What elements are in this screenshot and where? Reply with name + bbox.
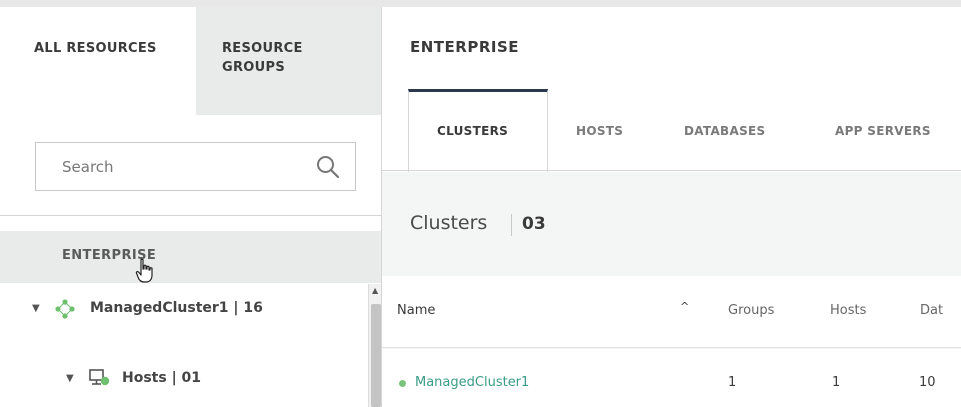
top-border bbox=[0, 0, 961, 7]
tree-item-managedcluster1-label: ManagedCluster1 | 16 bbox=[90, 300, 263, 316]
tree-item-hosts[interactable]: ▼ Hosts | 01 bbox=[0, 355, 368, 405]
tree-item-managedcluster1[interactable]: ▼ ManagedCluster1 | 16 bbox=[0, 285, 368, 335]
tab-all-resources[interactable]: ALL RESOURCES bbox=[0, 7, 196, 115]
tree-item-enterprise[interactable]: ENTERPRISE bbox=[0, 231, 382, 283]
page-title: ENTERPRISE bbox=[410, 38, 520, 56]
search-input[interactable] bbox=[36, 143, 306, 190]
section-separator bbox=[511, 214, 512, 236]
tab-resource-groups[interactable]: RESOURCE GROUPS bbox=[196, 7, 382, 115]
section-title: Clusters bbox=[410, 212, 488, 234]
tab-app-servers[interactable]: APP SERVERS bbox=[835, 124, 931, 138]
cell-databases: 10 bbox=[919, 375, 936, 390]
tab-resource-groups-label: RESOURCE GROUPS bbox=[222, 41, 303, 75]
divider bbox=[0, 215, 382, 216]
column-header-hosts[interactable]: Hosts bbox=[830, 303, 866, 318]
tab-clusters-label[interactable]: CLUSTERS bbox=[437, 124, 508, 138]
status-dot bbox=[399, 380, 406, 387]
scroll-thumb[interactable] bbox=[371, 304, 381, 407]
scroll-up-arrow-icon[interactable]: ▲ bbox=[372, 286, 378, 295]
tree-item-hosts-label: Hosts | 01 bbox=[122, 370, 202, 386]
collapse-arrow-icon[interactable]: ▼ bbox=[66, 373, 74, 384]
hand-cursor-icon bbox=[135, 258, 153, 283]
cell-groups: 1 bbox=[728, 375, 737, 390]
tree-scrollbar[interactable]: ▲ bbox=[368, 284, 382, 407]
host-icon bbox=[89, 369, 110, 386]
table-header: Name ^ Groups Hosts Dat bbox=[382, 276, 961, 348]
collapse-arrow-icon[interactable]: ▼ bbox=[32, 303, 40, 314]
tabs-divider bbox=[382, 170, 961, 171]
tab-hosts[interactable]: HOSTS bbox=[576, 124, 623, 138]
tab-all-resources-label: ALL RESOURCES bbox=[34, 41, 157, 56]
sort-ascending-icon[interactable]: ^ bbox=[680, 300, 689, 313]
cluster-icon bbox=[55, 299, 75, 319]
search-icon[interactable] bbox=[315, 154, 341, 180]
search-box bbox=[35, 142, 356, 191]
tab-databases[interactable]: DATABASES bbox=[684, 124, 765, 138]
table-row[interactable]: ManagedCluster1 1 1 10 bbox=[382, 349, 961, 407]
column-header-groups[interactable]: Groups bbox=[728, 303, 774, 318]
column-header-name[interactable]: Name bbox=[397, 303, 435, 318]
cell-hosts: 1 bbox=[832, 375, 841, 390]
section-count: 03 bbox=[522, 214, 546, 234]
cluster-name-link[interactable]: ManagedCluster1 bbox=[415, 375, 529, 390]
column-header-databases[interactable]: Dat bbox=[920, 303, 943, 318]
